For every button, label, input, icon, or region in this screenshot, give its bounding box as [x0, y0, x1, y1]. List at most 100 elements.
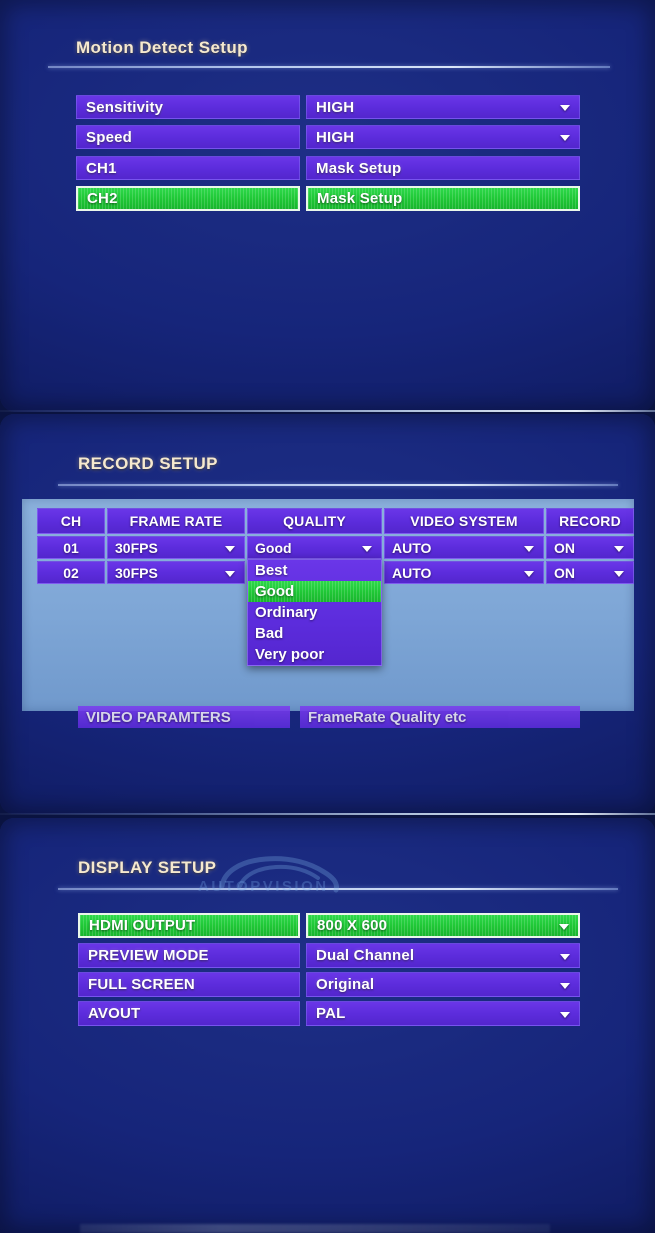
cell-text: ON: [554, 539, 575, 556]
cell-text: 01: [63, 539, 79, 556]
option-text: Bad: [255, 625, 284, 642]
chevron-down-icon[interactable]: [559, 923, 569, 930]
chevron-down-icon[interactable]: [560, 953, 570, 960]
table-row-2-video-system[interactable]: AUTO: [384, 561, 544, 584]
chevron-down-icon[interactable]: [614, 570, 624, 577]
dropdown-option-very-poor[interactable]: Very poor: [248, 644, 381, 665]
dropdown-option-good[interactable]: Good: [248, 581, 381, 602]
dropdown-option-best[interactable]: Best: [248, 560, 381, 581]
row-value-ch1-mask-setup[interactable]: Mask Setup: [306, 156, 580, 180]
cell-text: 30FPS: [115, 539, 158, 556]
record-setup-title: RECORD SETUP: [78, 454, 218, 473]
header-text: RECORD: [559, 513, 621, 529]
autopvision-logo-watermark: [219, 856, 339, 893]
motion-detect-title-rule: [48, 66, 610, 68]
table-row-1-ch: 01: [37, 536, 105, 559]
quality-dropdown-list[interactable]: Best Good Ordinary Bad Very poor: [247, 559, 382, 666]
chevron-down-icon[interactable]: [560, 1011, 570, 1018]
chevron-down-icon[interactable]: [225, 545, 235, 552]
table-row-1-quality[interactable]: Good: [247, 536, 382, 559]
record-table-panel: CH FRAME RATE QUALITY VIDEO SYSTEM RECOR…: [22, 499, 634, 711]
row-value-ch2-mask-setup[interactable]: Mask Setup: [306, 186, 580, 211]
label-text: PREVIEW MODE: [88, 947, 209, 964]
chevron-down-icon[interactable]: [225, 570, 235, 577]
value-text: HIGH: [316, 98, 355, 116]
display-setup-title: DISPLAY SETUP: [78, 858, 217, 877]
label-text: CH1: [86, 159, 117, 177]
partial-row-label-video-paramters[interactable]: VIDEO PARAMTERS: [78, 706, 290, 728]
chevron-down-icon[interactable]: [614, 545, 624, 552]
table-row-2-frame-rate[interactable]: 30FPS: [107, 561, 245, 584]
row-label-speed[interactable]: Speed: [76, 125, 300, 149]
chevron-down-icon[interactable]: [524, 570, 534, 577]
label-text: VIDEO PARAMTERS: [86, 708, 231, 726]
label-text: AVOUT: [88, 1005, 141, 1022]
dropdown-option-ordinary[interactable]: Ordinary: [248, 602, 381, 623]
option-text: Good: [255, 583, 295, 600]
value-text: Dual Channel: [316, 947, 415, 964]
cell-text: AUTO: [392, 564, 432, 581]
label-text: CH2: [87, 190, 118, 207]
chevron-down-icon[interactable]: [560, 982, 570, 989]
header-text: FRAME RATE: [129, 513, 223, 529]
value-text: FrameRate Quality etc: [308, 708, 467, 726]
motion-detect-title: Motion Detect Setup: [76, 38, 248, 57]
column-header-record: RECORD: [546, 508, 634, 534]
row-value-full-screen[interactable]: Original: [306, 972, 580, 997]
table-row-1-video-system[interactable]: AUTO: [384, 536, 544, 559]
cell-text: ON: [554, 564, 575, 581]
value-text: Original: [316, 976, 375, 993]
cell-text: Good: [255, 539, 292, 556]
partial-row-value-framerate-quality-etc[interactable]: FrameRate Quality etc: [300, 706, 580, 728]
screen-divider-1: [0, 410, 655, 412]
cell-text: 02: [63, 564, 79, 581]
option-text: Best: [255, 562, 288, 579]
chevron-down-icon[interactable]: [524, 545, 534, 552]
row-label-hdmi-output[interactable]: HDMI OUTPUT: [78, 913, 300, 938]
chevron-down-icon[interactable]: [560, 105, 570, 111]
option-text: Ordinary: [255, 604, 318, 621]
bottom-clipped-text-fragment: [80, 1224, 550, 1233]
header-text: CH: [60, 513, 82, 529]
row-value-hdmi-output[interactable]: 800 X 600: [306, 913, 580, 938]
record-setup-screen: RECORD SETUP CH FRAME RATE QUALITY VIDEO…: [0, 414, 655, 814]
row-label-preview-mode[interactable]: PREVIEW MODE: [78, 943, 300, 968]
cell-text: 30FPS: [115, 564, 158, 581]
option-text: Very poor: [255, 646, 325, 663]
dvr-screenshot: Motion Detect Setup Sensitivity HIGH Spe…: [0, 0, 655, 1233]
label-text: Sensitivity: [86, 98, 164, 116]
column-header-frame-rate: FRAME RATE: [107, 508, 245, 534]
screen-divider-2: [0, 813, 655, 815]
chevron-down-icon[interactable]: [560, 135, 570, 141]
table-row-1-record[interactable]: ON: [546, 536, 634, 559]
column-header-quality: QUALITY: [247, 508, 382, 534]
label-text: FULL SCREEN: [88, 976, 195, 993]
row-label-avout[interactable]: AVOUT: [78, 1001, 300, 1026]
dropdown-option-bad[interactable]: Bad: [248, 623, 381, 644]
table-row-2-ch: 02: [37, 561, 105, 584]
value-text: Mask Setup: [317, 190, 403, 207]
row-label-full-screen[interactable]: FULL SCREEN: [78, 972, 300, 997]
watermark-text: AUTOPVISION: [198, 878, 329, 895]
row-value-speed[interactable]: HIGH: [306, 125, 580, 149]
value-text: Mask Setup: [316, 159, 402, 177]
column-header-video-system: VIDEO SYSTEM: [384, 508, 544, 534]
table-row-2-record[interactable]: ON: [546, 561, 634, 584]
label-text: Speed: [86, 128, 133, 146]
motion-detect-setup-screen: Motion Detect Setup Sensitivity HIGH Spe…: [0, 0, 655, 412]
row-label-sensitivity[interactable]: Sensitivity: [76, 95, 300, 119]
row-label-ch1[interactable]: CH1: [76, 156, 300, 180]
display-setup-screen: DISPLAY SETUP AUTOPVISION HDMI OUTPUT 80…: [0, 818, 655, 1233]
cell-text: AUTO: [392, 539, 432, 556]
display-setup-title-rule: [58, 888, 618, 890]
row-label-ch2[interactable]: CH2: [76, 186, 300, 211]
value-text: HIGH: [316, 128, 355, 146]
row-value-sensitivity[interactable]: HIGH: [306, 95, 580, 119]
column-header-ch: CH: [37, 508, 105, 534]
value-text: 800 X 600: [317, 917, 388, 934]
table-row-1-frame-rate[interactable]: 30FPS: [107, 536, 245, 559]
row-value-avout[interactable]: PAL: [306, 1001, 580, 1026]
row-value-preview-mode[interactable]: Dual Channel: [306, 943, 580, 968]
chevron-down-icon[interactable]: [362, 545, 372, 552]
record-setup-title-rule: [58, 484, 618, 486]
